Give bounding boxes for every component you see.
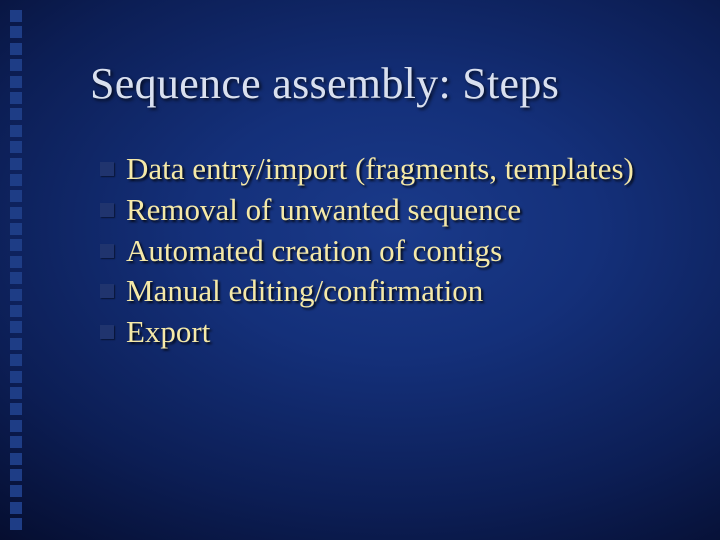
bullet-list: Data entry/import (fragments, templates)…	[100, 150, 680, 354]
square-bullet-icon	[100, 325, 114, 339]
slide-title: Sequence assembly: Steps	[90, 58, 559, 109]
list-item: Manual editing/confirmation	[100, 272, 680, 311]
list-item: Removal of unwanted sequence	[100, 191, 680, 230]
decorative-left-squares	[10, 10, 22, 530]
list-item-text: Export	[126, 313, 210, 352]
slide: Sequence assembly: Steps Data entry/impo…	[0, 0, 720, 540]
list-item: Export	[100, 313, 680, 352]
square-bullet-icon	[100, 244, 114, 258]
square-bullet-icon	[100, 162, 114, 176]
square-bullet-icon	[100, 203, 114, 217]
list-item-text: Data entry/import (fragments, templates)	[126, 150, 634, 189]
list-item-text: Removal of unwanted sequence	[126, 191, 521, 230]
list-item: Data entry/import (fragments, templates)	[100, 150, 680, 189]
list-item-text: Automated creation of contigs	[126, 232, 502, 271]
list-item: Automated creation of contigs	[100, 232, 680, 271]
list-item-text: Manual editing/confirmation	[126, 272, 483, 311]
square-bullet-icon	[100, 284, 114, 298]
